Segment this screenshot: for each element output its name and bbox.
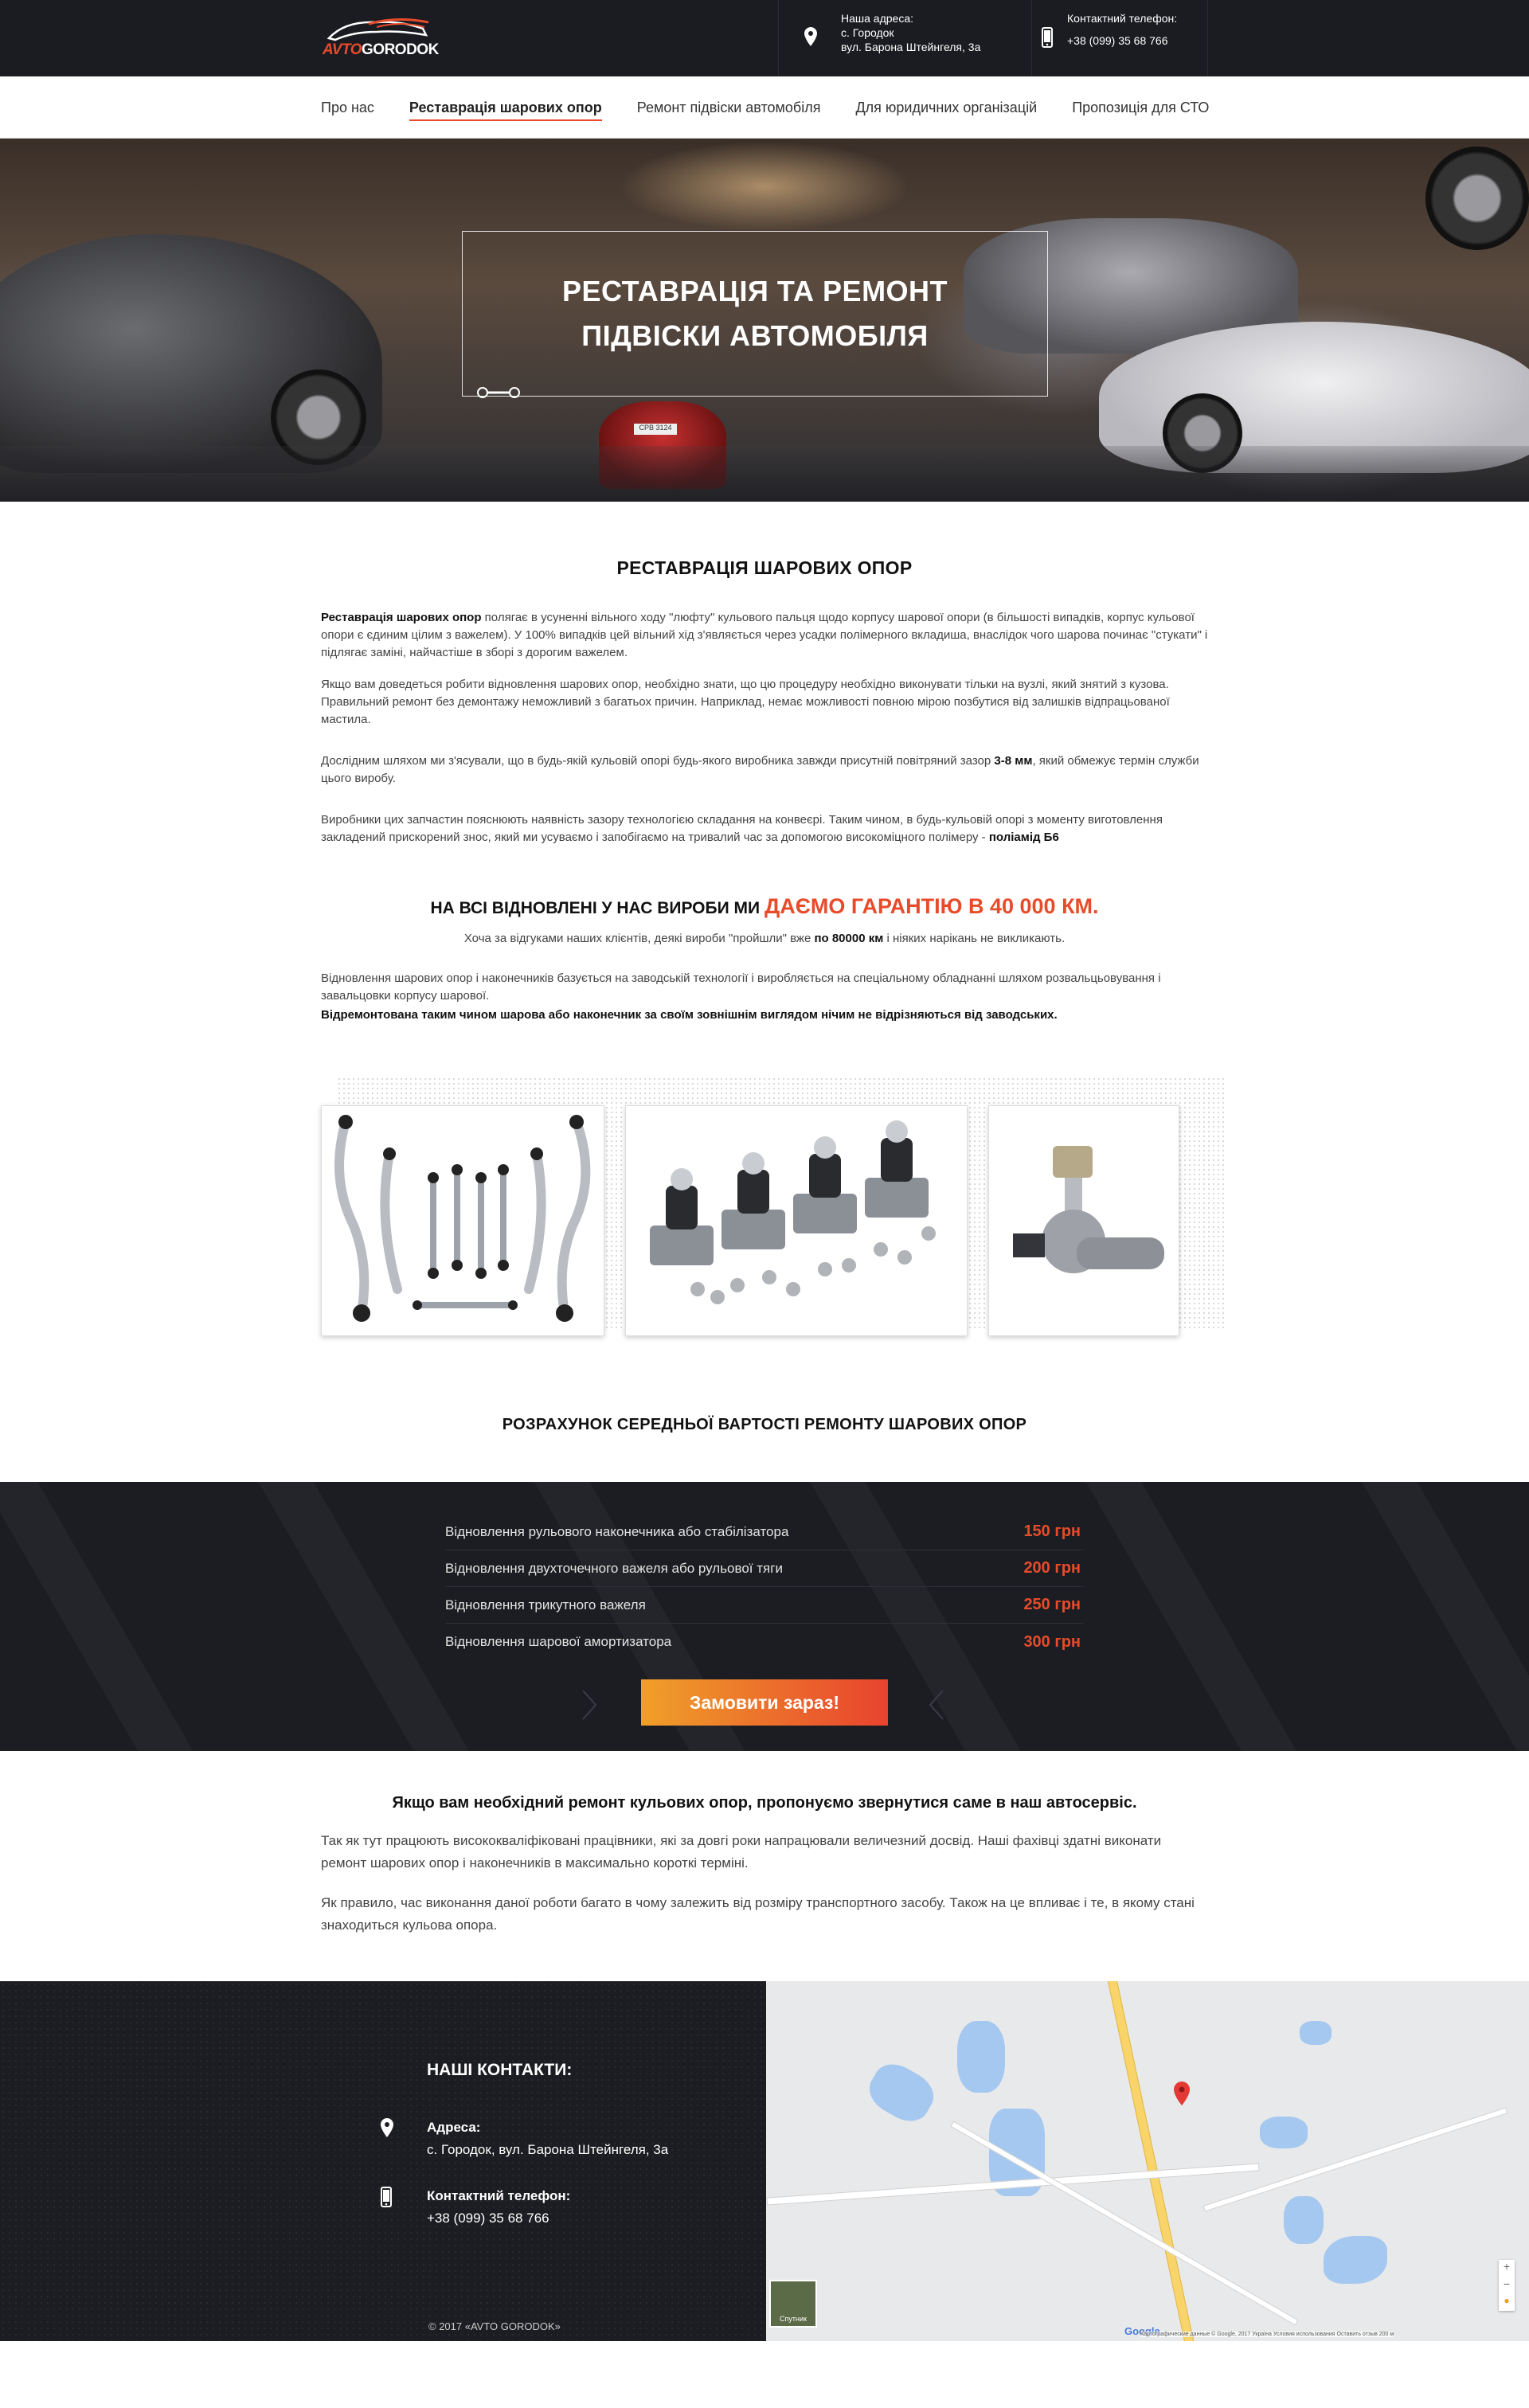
nav-item-ball-joint-restoration[interactable]: Реставрація шарових опор <box>409 100 602 121</box>
guarantee-bold-note: Відремонтована таким чином шарова або на… <box>321 1008 1058 1022</box>
price-row: Відновлення трикутного важеля 250 грн <box>445 1587 1084 1624</box>
license-plate: CPB 3124 <box>634 424 677 435</box>
service-offer-section: Якщо вам необхідний ремонт кульових опор… <box>321 1751 1208 1937</box>
guarantee-accent: ДАЄМО ГАРАНТІЮ В 40 000 КМ. <box>764 894 1099 918</box>
phone-icon <box>1042 27 1053 51</box>
nav-item-sto-offer[interactable]: Пропозиція для СТО <box>1072 100 1209 116</box>
zoom-out-icon[interactable]: − <box>1499 2277 1515 2295</box>
service-offer-p2: Як правило, час виконання даної роботи б… <box>321 1895 1195 1933</box>
gallery-image-tie-rod-end[interactable] <box>988 1105 1179 1336</box>
map-pin-icon[interactable] <box>1174 2082 1190 2109</box>
address-line1: с. Городок <box>841 26 894 39</box>
gallery-image-ball-joints[interactable] <box>625 1105 968 1336</box>
wrench-icon <box>476 385 521 404</box>
paragraph-intro: Реставрація шарових опор полягає в усуне… <box>321 611 1208 659</box>
footer-address-value: с. Городок, вул. Барона Штейнгеля, 3а <box>427 2142 669 2157</box>
logo-word-gorodok: GORODOK <box>362 41 439 58</box>
price-list: Відновлення рульового наконечника або ст… <box>445 1482 1084 1726</box>
guarantee-heading: НА ВСІ ВІДНОВЛЕНІ У НАС ВИРОБИ МИ ДАЄМО … <box>430 894 1099 918</box>
phone-value[interactable]: +38 (099) 35 68 766 <box>1067 33 1207 48</box>
price-row-name: Відновлення рульового наконечника або ст… <box>445 1523 789 1539</box>
footer: НАШІ КОНТАКТИ: Адреса: с. Городок, вул. … <box>0 1981 1529 2341</box>
footer-phone-label: Контактний телефон: <box>427 2188 571 2203</box>
top-bar: AVTOGORODOK Наша адреса: с. Городок вул.… <box>0 0 1529 76</box>
paragraph-4: Виробники цих запчастин пояснюють наявні… <box>321 813 1163 844</box>
service-offer-p1: Так як тут працюють висококваліфіковані … <box>321 1833 1162 1870</box>
calc-title: РОЗРАХУНОК СЕРЕДНЬОЇ ВАРТОСТІ РЕМОНТУ ША… <box>502 1416 1027 1433</box>
map-zoom-controls[interactable]: + − ● <box>1499 2260 1515 2311</box>
price-row: Відновлення двухточечного важеля або рул… <box>445 1550 1084 1587</box>
satellite-toggle[interactable]: Спутник <box>769 2280 817 2328</box>
chevron-right-icon <box>581 1689 597 1721</box>
logo-word-avto: AVTO <box>323 41 362 58</box>
nav-item-suspension-repair[interactable]: Ремонт підвіски автомобіля <box>637 100 821 116</box>
footer-address-label: Адреса: <box>427 2120 481 2135</box>
footer-address: Адреса: с. Городок, вул. Барона Штейнгел… <box>381 2117 669 2161</box>
price-row-value: 300 грн <box>1023 1632 1081 1651</box>
header-phone: Контактний телефон: +38 (099) 35 68 766 <box>1031 0 1208 76</box>
location-pin-icon <box>804 27 817 49</box>
chevron-left-icon <box>929 1689 944 1721</box>
location-pin-icon <box>381 2118 393 2144</box>
section-title: РЕСТАВРАЦІЯ ШАРОВИХ ОПОР <box>616 557 913 578</box>
price-row-name: Відновлення двухточечного важеля або рул… <box>445 1560 783 1576</box>
price-row: Відновлення рульового наконечника або ст… <box>445 1514 1084 1550</box>
order-now-button[interactable]: Замовити зараз! <box>641 1679 888 1726</box>
price-row-value: 250 грн <box>1023 1596 1081 1613</box>
paragraph-2: Якщо вам доведеться робити відновлення ш… <box>321 678 1170 726</box>
footer-phone-value[interactable]: +38 (099) 35 68 766 <box>427 2211 549 2226</box>
guarantee-sub: Хоча за відгуками наших клієнтів, деякі … <box>463 932 1066 945</box>
price-row-name: Відновлення шарової амортизатора <box>445 1634 672 1649</box>
zoom-in-icon[interactable]: + <box>1499 2260 1515 2277</box>
hero-banner: CPB 3124 РЕСТАВРАЦІЯ ТА РЕМОНТ ПІДВІСКИ … <box>0 139 1529 502</box>
price-row-value: 200 грн <box>1023 1559 1081 1577</box>
price-section: Відновлення рульового наконечника або ст… <box>0 1482 1529 1751</box>
paragraph-3: Дослідним шляхом ми з'ясували, що в будь… <box>321 754 1199 785</box>
map[interactable]: Спутник Google Картографические данные ©… <box>766 1981 1529 2341</box>
hero-title-box: РЕСТАВРАЦІЯ ТА РЕМОНТ ПІДВІСКИ АВТОМОБІЛ… <box>462 231 1048 397</box>
address-label: Наша адреса: <box>841 12 914 25</box>
nav-item-about[interactable]: Про нас <box>321 100 374 116</box>
price-row-value: 150 грн <box>1023 1523 1081 1540</box>
product-gallery <box>321 1077 1224 1347</box>
footer-phone: Контактний телефон: +38 (099) 35 68 766 <box>381 2185 571 2230</box>
main-nav: Про нас Реставрація шарових опор Ремонт … <box>0 76 1529 139</box>
hero-title: РЕСТАВРАЦІЯ ТА РЕМОНТ ПІДВІСКИ АВТОМОБІЛ… <box>561 275 948 352</box>
address-line2: вул. Барона Штейнгеля, 3а <box>841 41 981 53</box>
ball-joint-section: РЕСТАВРАЦІЯ ШАРОВИХ ОПОР Реставрація шар… <box>321 502 1224 1434</box>
header-address: Наша адреса: с. Городок вул. Барона Штей… <box>778 0 1031 76</box>
logo[interactable]: AVTOGORODOK <box>321 14 439 62</box>
nav-item-legal-entities[interactable]: Для юридичних організацій <box>855 100 1037 116</box>
footer-contacts: НАШІ КОНТАКТИ: Адреса: с. Городок, вул. … <box>0 1981 766 2341</box>
pegman-icon[interactable]: ● <box>1499 2295 1515 2311</box>
service-offer-title: Якщо вам необхідний ремонт кульових опор… <box>392 1794 1137 1812</box>
copyright: © 2017 «AVTO GORODOK» <box>428 2320 561 2332</box>
map-attribution: Картографические данные © Google, 2017 У… <box>1140 2332 1394 2337</box>
price-row: Відновлення шарової амортизатора 300 грн <box>445 1624 1084 1660</box>
price-row-name: Відновлення трикутного важеля <box>445 1597 646 1612</box>
gallery-image-control-arms[interactable] <box>321 1105 604 1336</box>
guarantee-paragraph: Відновлення шарових опор і наконечників … <box>321 971 1161 1003</box>
phone-label: Контактний телефон: <box>1067 12 1178 25</box>
phone-icon <box>381 2187 392 2214</box>
footer-title: НАШІ КОНТАКТИ: <box>427 2061 573 2079</box>
